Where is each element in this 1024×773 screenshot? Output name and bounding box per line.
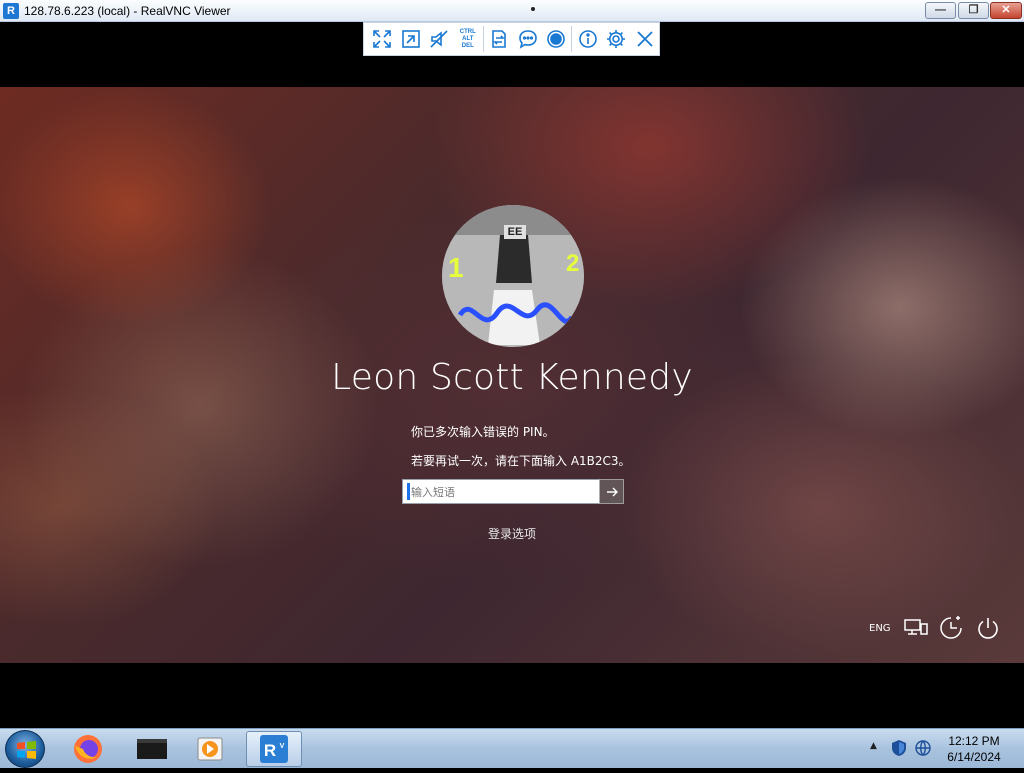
fullscreen-button[interactable] xyxy=(368,25,397,53)
fullscreen-icon xyxy=(373,30,392,48)
ctrl-alt-del-button[interactable]: CTRL ALT DEL xyxy=(454,25,483,53)
language-indicator[interactable]: ENG xyxy=(869,623,891,634)
disconnect-icon xyxy=(637,31,653,47)
realvnc-taskbar-button[interactable]: R V xyxy=(246,731,302,767)
svg-text:V: V xyxy=(280,743,285,750)
media-player-icon[interactable] xyxy=(186,731,234,767)
toolbar-handle[interactable] xyxy=(531,7,535,11)
file-transfer-icon xyxy=(492,30,507,48)
signin-options-link[interactable]: 登录选项 xyxy=(0,525,1024,542)
clock-time: 12:12 PM xyxy=(948,734,1000,748)
avatar-mark-1: 1 xyxy=(448,252,464,283)
info-icon xyxy=(578,30,597,48)
realvnc-icon: R V xyxy=(260,735,288,763)
network-globe-icon[interactable] xyxy=(914,739,932,757)
power-icon[interactable] xyxy=(975,615,1001,641)
phrase-input-box[interactable] xyxy=(402,479,600,504)
file-transfer-button[interactable] xyxy=(485,25,514,53)
user-avatar: EE 1 2 xyxy=(442,205,584,347)
chat-button[interactable] xyxy=(513,25,542,53)
clock-date: 6/14/2024 xyxy=(947,750,1001,764)
toolbar-separator xyxy=(483,26,484,52)
windows-start-icon[interactable] xyxy=(5,730,45,768)
minimize-button[interactable]: — xyxy=(925,2,956,19)
avatar-mark-ee: EE xyxy=(508,226,523,238)
text-caret xyxy=(407,483,410,500)
retry-instruction: 若要再试一次，请在下面输入 A1B2C3。 xyxy=(411,454,631,468)
show-hidden-icons-button[interactable]: ▲ xyxy=(870,741,877,751)
realvnc-app-icon[interactable]: R xyxy=(3,3,19,19)
svg-text:R: R xyxy=(264,741,276,760)
firefox-icon[interactable] xyxy=(64,731,112,767)
chat-icon xyxy=(518,30,537,49)
window-title: 128.78.6.223 (local) - RealVNC Viewer xyxy=(24,4,231,18)
settings-button[interactable] xyxy=(602,25,631,53)
taskbar: R V ▲ 12:12 PM 6/14/2024 xyxy=(0,728,1024,768)
scale-button[interactable] xyxy=(397,25,426,53)
accessibility-icon[interactable] xyxy=(938,615,964,641)
security-shield-icon[interactable] xyxy=(890,739,908,757)
submit-button[interactable] xyxy=(599,479,624,504)
settings-icon xyxy=(607,30,626,48)
mute-audio-button[interactable] xyxy=(425,25,454,53)
toolbar-separator xyxy=(571,26,573,52)
record-button[interactable] xyxy=(542,25,571,53)
info-button[interactable] xyxy=(573,25,602,53)
phrase-input[interactable] xyxy=(411,482,597,502)
user-name: Leon Scott Kennedy xyxy=(331,357,693,398)
system-clock[interactable]: 12:12 PM 6/14/2024 xyxy=(938,733,1010,765)
ctrl-alt-del-icon: CTRL ALT DEL xyxy=(459,28,476,49)
mute-audio-icon xyxy=(430,30,448,48)
windows-logo xyxy=(17,741,36,759)
avatar-mark-2: 2 xyxy=(566,250,579,277)
avatar-picture: EE 1 2 xyxy=(442,205,584,347)
remote-desktop-lock-screen[interactable]: EE 1 2 Leon Scott Kennedy 你已多次输入错误的 PIN。… xyxy=(0,87,1024,663)
vnc-toolbar: CTRL ALT DEL xyxy=(363,22,660,56)
error-message: 你已多次输入错误的 PIN。 xyxy=(411,425,555,439)
arrow-right-icon xyxy=(606,487,618,496)
network-icon[interactable] xyxy=(903,615,929,641)
record-icon xyxy=(547,30,566,48)
close-button[interactable]: ✕ xyxy=(990,2,1022,19)
window-titlebar: R 128.78.6.223 (local) - RealVNC Viewer … xyxy=(0,0,1024,22)
disconnect-button[interactable] xyxy=(630,25,659,53)
scale-icon xyxy=(401,30,420,48)
maximize-button[interactable]: ❐ xyxy=(958,2,989,19)
terminal-icon[interactable] xyxy=(128,731,176,767)
